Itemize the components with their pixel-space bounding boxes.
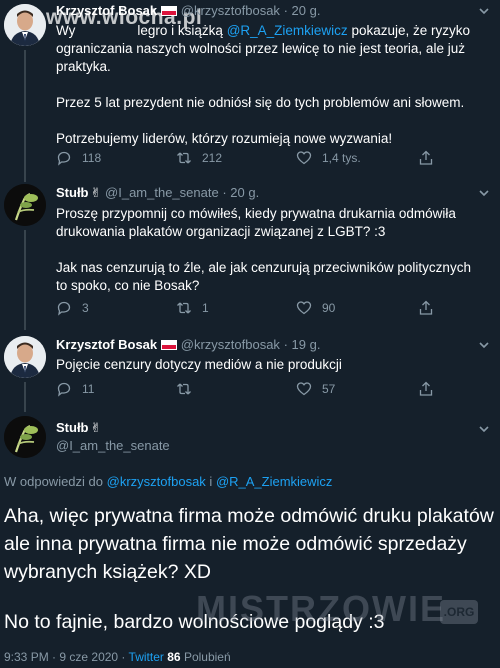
reply-count: 118 <box>82 151 102 165</box>
tweet-time[interactable]: 9:33 PM <box>4 650 49 664</box>
tweet-header: Stułb ✌ <box>56 420 101 436</box>
share-icon <box>419 300 433 315</box>
share-icon <box>419 381 433 396</box>
tweet-actions: 118 212 1,4 tys. <box>56 150 456 170</box>
tweet-handle-row: @I_am_the_senate <box>56 438 170 453</box>
like-button[interactable]: 1,4 tys. <box>296 150 361 166</box>
tweet-header: Stułb ✌ @I_am_the_senate · 20 g. <box>56 185 260 200</box>
poland-flag-icon <box>161 6 178 16</box>
retweet-icon <box>177 383 191 395</box>
like-count: 90 <box>322 301 336 315</box>
retweet-icon <box>177 302 191 314</box>
share-button[interactable] <box>418 381 434 397</box>
author-handle[interactable]: @krzysztofbosak <box>181 337 280 352</box>
heart-icon <box>296 301 312 315</box>
thread-line <box>24 50 26 182</box>
tweet-text: ograniczania naszych wolności przez lewi… <box>56 41 465 74</box>
reply-button[interactable]: 11 <box>56 381 94 397</box>
watermark-mistrzowie: MISTRZOWIE <box>196 588 446 629</box>
tweet-date[interactable]: 9 cze 2020 <box>59 650 118 664</box>
retweet-icon <box>177 152 191 164</box>
tweet-paragraph: Przez 5 lat prezydent nie odniósł się do… <box>56 95 465 110</box>
reply-icon <box>57 301 71 316</box>
tweet-body: Proszę przypomnij co mówiłeś, kiedy pryw… <box>56 205 481 295</box>
retweet-button[interactable]: 212 <box>176 150 222 166</box>
tweet-header: Krzysztof Bosak @krzysztofbosak · 19 g. <box>56 337 321 352</box>
tweet-actions: 11 57 <box>56 381 456 401</box>
victory-hand-icon: ✌ <box>90 185 102 200</box>
reply-button[interactable]: 118 <box>56 150 101 166</box>
like-count: 57 <box>322 382 336 396</box>
mention-link[interactable]: @krzysztofbosak <box>107 474 206 489</box>
share-button[interactable] <box>418 300 434 316</box>
avatar-bosak[interactable] <box>4 336 46 378</box>
reply-context: W odpowiedzi do @krzysztofbosak i @R_A_Z… <box>4 474 332 489</box>
tweet-paragraph: Jak nas cenzurują to źle, ale jak cenzur… <box>56 260 471 293</box>
like-button[interactable]: 57 <box>296 381 335 397</box>
tweet-time[interactable]: 20 g. <box>230 185 259 200</box>
tweet-time[interactable]: 20 g. <box>292 3 321 18</box>
chevron-down-icon[interactable] <box>478 339 490 351</box>
likes-label[interactable]: Polubień <box>184 650 231 664</box>
author-name[interactable]: Krzysztof Bosak <box>56 337 157 352</box>
retweet-count: 1 <box>202 301 209 315</box>
mention-link[interactable]: @R_A_Ziemkiewicz <box>216 474 333 489</box>
poland-flag-icon <box>161 340 178 350</box>
chevron-down-icon[interactable] <box>478 423 490 435</box>
reply-button[interactable]: 3 <box>56 300 89 316</box>
heart-icon <box>296 382 312 396</box>
watermark-org: .ORG <box>440 600 478 624</box>
victory-hand-icon: ✌ <box>90 420 102 435</box>
avatar-stulb[interactable] <box>4 416 46 458</box>
tweet-meta: 9:33 PM · 9 cze 2020 · Twitter 86 Polubi… <box>4 650 231 664</box>
retweet-button[interactable] <box>176 381 202 397</box>
reply-count: 11 <box>82 382 95 396</box>
share-icon <box>419 150 433 165</box>
tweet-text: Wy <box>56 23 76 38</box>
heart-icon <box>296 151 312 165</box>
tweet-body: Wy legro i książką @R_A_Ziemkiewicz pokaz… <box>56 22 481 148</box>
share-button[interactable] <box>418 150 434 166</box>
reply-count: 3 <box>82 301 89 315</box>
author-name[interactable]: Stułb <box>56 185 89 200</box>
chevron-down-icon[interactable] <box>478 5 490 17</box>
author-handle[interactable]: @krzysztofbosak <box>181 3 280 18</box>
tweet-paragraph: Proszę przypomnij co mówiłeś, kiedy pryw… <box>56 206 456 239</box>
tweet-paragraph: Potrzebujemy liderów, którzy rozumieją n… <box>56 131 393 146</box>
like-button[interactable]: 90 <box>296 300 335 316</box>
tweet-actions: 3 1 90 <box>56 300 456 320</box>
likes-count[interactable]: 86 <box>167 650 180 664</box>
retweet-count: 212 <box>202 151 223 165</box>
avatar-stulb[interactable] <box>4 184 46 226</box>
tweet-source[interactable]: Twitter <box>129 650 164 664</box>
reply-and: i <box>209 474 213 489</box>
retweet-button[interactable]: 1 <box>176 300 209 316</box>
author-name[interactable]: Krzysztof Bosak <box>56 3 157 18</box>
focused-tweet-body: Aha, więc prywatna firma może odmówić dr… <box>4 502 496 658</box>
mention-link[interactable]: @R_A_Ziemkiewicz <box>227 23 348 38</box>
author-handle[interactable]: @I_am_the_senate <box>105 185 219 200</box>
author-name[interactable]: Stułb <box>56 420 89 435</box>
like-count: 1,4 tys. <box>322 151 361 165</box>
tweet-text: pokazuje, że ryzyko <box>351 23 470 38</box>
tweet-header: Krzysztof Bosak @krzysztofbosak · 20 g. <box>56 3 321 18</box>
reply-prefix: W odpowiedzi do <box>4 474 103 489</box>
reply-icon <box>57 151 71 166</box>
thread-line <box>24 382 26 412</box>
tweet-body: Pojęcie cenzury dotyczy mediów a nie pro… <box>56 356 481 374</box>
tweet-text: legro i książką <box>137 23 223 38</box>
thread-line <box>24 230 26 330</box>
avatar-bosak[interactable] <box>4 4 46 46</box>
tweet-time[interactable]: 19 g. <box>292 337 321 352</box>
tweet-paragraph: Pojęcie cenzury dotyczy mediów a nie pro… <box>56 357 342 372</box>
tweet-paragraph: Aha, więc prywatna firma może odmówić dr… <box>4 505 494 583</box>
reply-icon <box>57 382 71 397</box>
author-handle[interactable]: @I_am_the_senate <box>56 438 170 453</box>
chevron-down-icon[interactable] <box>478 187 490 199</box>
